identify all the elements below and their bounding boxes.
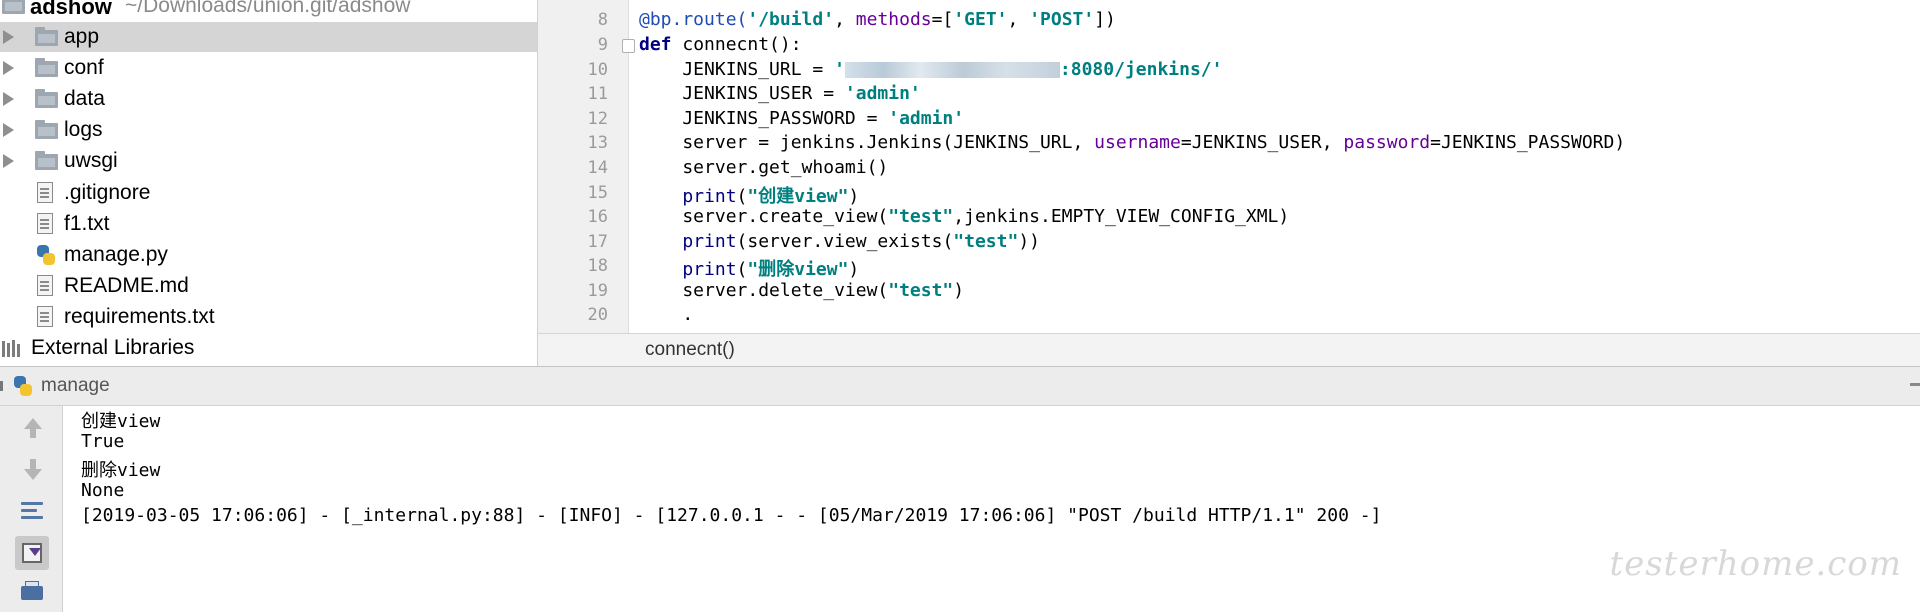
redacted-host-blur: [844, 62, 1060, 78]
tree-item-label: manage.py: [64, 243, 168, 266]
tree-item-app[interactable]: app: [0, 22, 537, 52]
code-line-18: print("删除view"): [682, 259, 860, 280]
breadcrumb-function[interactable]: connecnt(): [645, 339, 735, 361]
line-number: 13: [587, 133, 608, 153]
library-icon: [2, 339, 24, 357]
run-config-name[interactable]: manage: [41, 375, 110, 397]
folder-icon: [35, 151, 58, 170]
tree-item-logs[interactable]: logs: [0, 115, 537, 145]
fold-marker-icon[interactable]: [622, 39, 635, 53]
tree-item-f1-txt[interactable]: f1.txt: [0, 209, 537, 239]
line-number: 11: [587, 84, 608, 104]
console-output[interactable]: 创建view True 删除view None [2019-03-05 17:0…: [63, 406, 1920, 612]
code-editor[interactable]: 8 9 10 11 12 13 14 15 16 17 18 19 20 @bp…: [538, 0, 1920, 333]
run-panel-header: manage: [0, 366, 1920, 406]
code-line-19: server.delete_view("test"): [639, 280, 965, 301]
line-number: 20: [587, 305, 608, 325]
expand-arrow-icon[interactable]: [3, 154, 14, 168]
line-number: 19: [587, 281, 608, 301]
code-line-13: server = jenkins.Jenkins(JENKINS_URL, us…: [639, 132, 1626, 153]
print-icon[interactable]: [18, 580, 46, 608]
folder-icon: [35, 58, 58, 77]
tree-item-label: data: [64, 87, 105, 110]
project-root-name: adshow: [30, 0, 112, 19]
up-arrow-icon[interactable]: [18, 416, 46, 444]
console-line: 创建view: [81, 411, 161, 432]
line-number: 14: [587, 158, 608, 178]
folder-icon: [35, 89, 58, 108]
tree-item-label: .gitignore: [64, 181, 151, 204]
line-number: 17: [587, 232, 608, 252]
code-line-11: JENKINS_USER = 'admin': [639, 83, 921, 104]
code-line-17: print(server.view_exists("test")): [682, 231, 1041, 252]
tree-item-readme[interactable]: README.md: [0, 271, 537, 301]
folder-icon: [2, 0, 25, 14]
code-line-12: JENKINS_PASSWORD = 'admin': [639, 108, 965, 129]
line-number: 16: [587, 207, 608, 227]
expand-arrow-icon[interactable]: [3, 123, 14, 137]
line-number: 9: [597, 35, 608, 55]
tree-item-gitignore[interactable]: .gitignore: [0, 178, 537, 208]
line-number: 12: [587, 109, 608, 129]
python-file-icon: [35, 244, 57, 266]
tree-item-label: app: [64, 25, 100, 48]
line-number-gutter: 8 9 10 11 12 13 14 15 16 17 18 19 20: [538, 0, 629, 333]
tree-item-label: requirements.txt: [64, 305, 215, 328]
scroll-to-end-icon[interactable]: [15, 536, 49, 570]
file-icon: [37, 275, 53, 296]
console-line: 删除view: [81, 460, 161, 481]
watermark: testerhome.com: [1609, 544, 1902, 584]
tree-item-label: README.md: [64, 274, 189, 297]
editor-breadcrumb[interactable]: connecnt(): [538, 333, 1920, 367]
file-icon: [37, 306, 53, 327]
console-line: [2019-03-05 17:06:06] - [_internal.py:88…: [81, 505, 1382, 526]
tree-item-conf[interactable]: conf: [0, 53, 537, 83]
down-arrow-icon[interactable]: [18, 456, 46, 484]
tree-item-label: uwsgi: [64, 149, 118, 172]
code-line-16: server.create_view("test",jenkins.EMPTY_…: [639, 206, 1290, 227]
code-line-20: .: [639, 304, 694, 325]
panel-edge-icon: [0, 381, 3, 391]
folder-icon: [35, 120, 58, 139]
python-run-icon: [12, 375, 34, 397]
tree-item-external-libraries[interactable]: External Libraries: [0, 333, 537, 363]
tree-item-manage-py[interactable]: manage.py: [0, 240, 537, 270]
project-tree: adshow ~/Downloads/union.git/adshow app …: [0, 0, 538, 366]
line-number: 8: [597, 10, 608, 30]
code-line-10: JENKINS_URL = ':8080/jenkins/': [639, 59, 1223, 80]
expand-arrow-icon[interactable]: [3, 61, 14, 75]
tree-item-data[interactable]: data: [0, 84, 537, 114]
project-root-path: ~/Downloads/union.git/adshow: [125, 0, 411, 17]
run-toolbar: [0, 406, 63, 612]
expand-arrow-icon[interactable]: [3, 30, 14, 44]
tree-item-uwsgi[interactable]: uwsgi: [0, 146, 537, 176]
tree-item-label: logs: [64, 118, 103, 141]
line-number: 15: [587, 183, 608, 203]
code-line-8: @bp.route('/build', methods=['GET', 'POS…: [639, 9, 1116, 30]
console-line: True: [81, 431, 125, 452]
tree-item-requirements[interactable]: requirements.txt: [0, 302, 537, 332]
file-icon: [37, 213, 53, 234]
line-number: 10: [587, 60, 608, 80]
folder-icon: [35, 27, 58, 46]
code-line-9: def connecnt():: [639, 34, 802, 55]
console-line: None: [81, 480, 125, 501]
code-line-14: server.get_whoami(): [639, 157, 889, 178]
soft-wrap-icon[interactable]: [18, 498, 46, 526]
expand-arrow-icon[interactable]: [3, 92, 14, 106]
code-line-15: print("创建view"): [682, 186, 860, 207]
panel-options-icon[interactable]: [1910, 383, 1920, 386]
line-number: 18: [587, 256, 608, 276]
tree-item-label: conf: [64, 56, 104, 79]
tree-item-label: f1.txt: [64, 212, 110, 235]
tree-item-label: External Libraries: [31, 336, 195, 359]
file-icon: [37, 182, 53, 203]
